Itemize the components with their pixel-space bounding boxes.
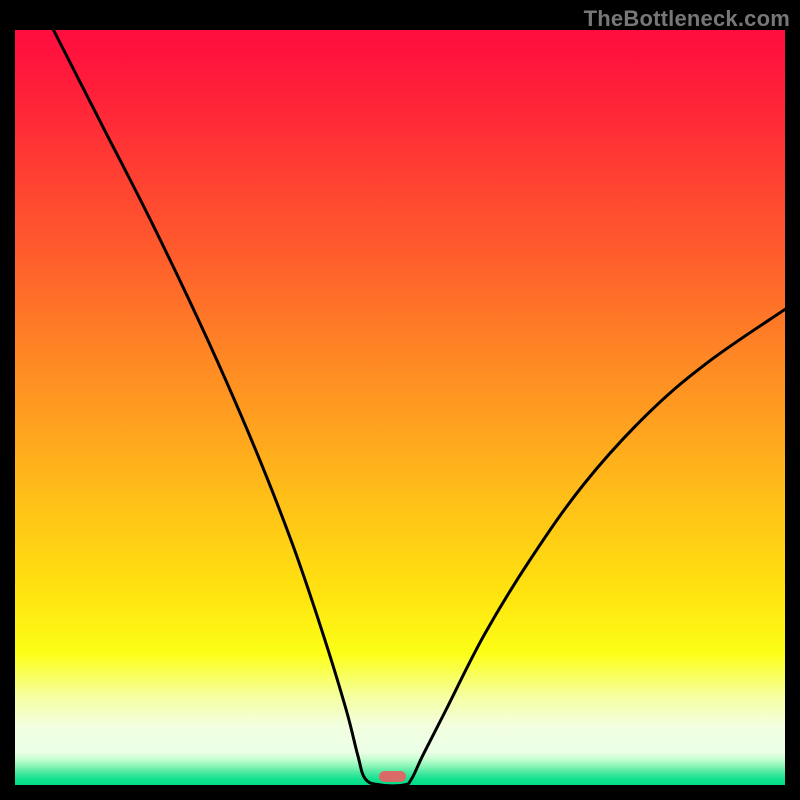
gradient-upper [15,30,785,755]
watermark-text: TheBottleneck.com [584,6,790,32]
chart-frame: TheBottleneck.com [0,0,800,800]
severity-gradient [15,30,785,785]
plot-area [15,30,785,785]
optimal-marker [379,771,406,782]
